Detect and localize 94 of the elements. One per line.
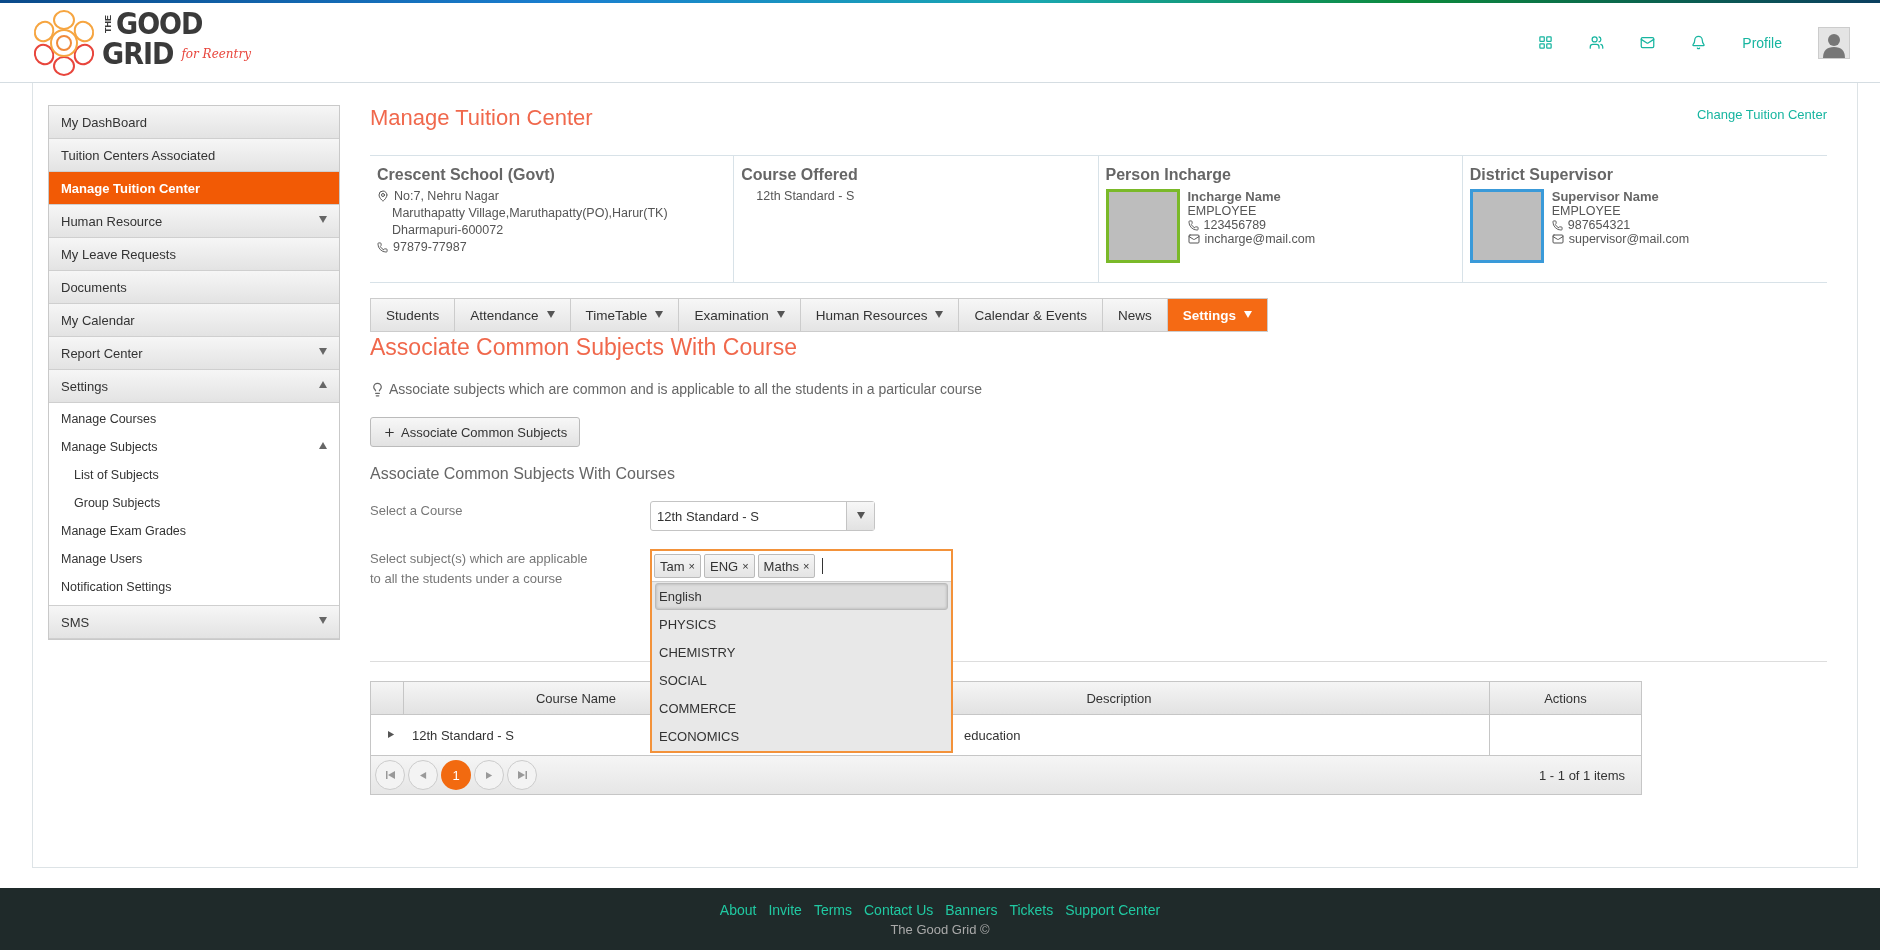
- person-name: Incharge Name: [1187, 189, 1282, 204]
- remove-tag-button[interactable]: ×: [803, 560, 810, 572]
- logo-text: GOOD: [116, 8, 203, 39]
- footer-link[interactable]: Terms: [813, 901, 852, 918]
- nav-tab[interactable]: Students: [371, 299, 456, 331]
- page-title: Manage Tuition Center: [370, 105, 593, 131]
- email-address: incharge@mail.com: [1204, 232, 1316, 246]
- sidebar-item[interactable]: Documents: [49, 271, 339, 304]
- address-line: Dharmapuri-600072: [391, 223, 505, 237]
- remove-tag-button[interactable]: ×: [688, 560, 695, 572]
- form-heading: Associate Common Subjects With Courses: [370, 465, 676, 483]
- footer-link[interactable]: Banners: [945, 901, 998, 918]
- grid-icon[interactable]: [1538, 35, 1554, 50]
- column-heading: Course Offered: [741, 166, 859, 184]
- dropdown-option[interactable]: English: [655, 583, 948, 610]
- sidebar-subitem[interactable]: Notification Settings: [49, 573, 339, 601]
- sidebar-subitem[interactable]: Manage Exam Grades: [49, 517, 339, 545]
- mail-icon: [1551, 233, 1564, 245]
- tag-label: ENG: [710, 558, 739, 574]
- phone-number: 97879-77987: [393, 240, 467, 254]
- sidebar-subitem[interactable]: Manage Users: [49, 545, 339, 573]
- caret-icon: [856, 512, 865, 520]
- nav-tab[interactable]: Calendar & Events: [959, 299, 1104, 331]
- associate-button[interactable]: Associate Common Subjects: [370, 417, 581, 447]
- sidebar-item[interactable]: SMS: [49, 606, 339, 639]
- sidebar-item[interactable]: My DashBoard: [49, 106, 339, 139]
- bell-icon[interactable]: [1691, 35, 1707, 50]
- tag-label: Maths: [763, 558, 799, 574]
- logo-text: GRID: [102, 38, 174, 69]
- footer-link[interactable]: Support Center: [1065, 901, 1161, 918]
- address-line: Maruthapatty Village,Maruthapatty(PO),Harur(TK): [391, 206, 669, 220]
- phone-number: 123456789: [1203, 218, 1267, 232]
- nav-tab[interactable]: Attendance: [455, 299, 571, 331]
- tag-label: Tam: [660, 558, 685, 574]
- users-icon[interactable]: [1589, 35, 1605, 50]
- footer-link[interactable]: Tickets: [1009, 901, 1054, 918]
- nav-tab[interactable]: Human Resources: [800, 299, 960, 331]
- table-cell: 12th Standard - S: [412, 727, 514, 743]
- column-header: Actions: [1543, 689, 1588, 708]
- person-name: Supervisor Name: [1551, 189, 1660, 204]
- logo-tagline: for Reentry: [181, 47, 251, 60]
- footer-link[interactable]: Invite: [768, 901, 802, 918]
- location-pin-icon: [377, 190, 389, 202]
- phone-number: 987654321: [1567, 218, 1631, 232]
- sidebar-subitem[interactable]: Manage Subjects: [49, 433, 339, 461]
- first-page-icon[interactable]: [385, 771, 395, 779]
- phone-icon: [1187, 219, 1199, 231]
- sidebar-item[interactable]: My Calendar: [49, 304, 339, 337]
- sidebar-item[interactable]: Settings: [49, 370, 339, 403]
- field-label: Select a Course: [370, 502, 464, 520]
- mail-icon[interactable]: [1640, 35, 1656, 50]
- nav-tab[interactable]: News: [1103, 299, 1168, 331]
- table-cell: education: [964, 727, 1021, 743]
- sidebar-item[interactable]: My Leave Requests: [49, 238, 339, 271]
- school-name: Crescent School (Govt): [377, 166, 556, 184]
- expand-row-icon: [388, 730, 395, 738]
- lightbulb-icon: [370, 381, 385, 397]
- pager-summary: 1 - 1 of 1 items: [1539, 767, 1625, 783]
- hint-text: Associate subjects which are common and is applicable to all the students in a particular course: [389, 381, 982, 397]
- column-heading: District Supervisor: [1469, 166, 1614, 184]
- column-heading: Person Incharge: [1105, 166, 1232, 184]
- avatar-silhouette-icon[interactable]: [1818, 26, 1850, 59]
- copyright-text: The Good Grid ©: [890, 921, 990, 937]
- nav-tab[interactable]: Examination: [679, 299, 801, 331]
- sidebar-subitem[interactable]: List of Subjects: [49, 461, 339, 489]
- sidebar-item[interactable]: Tuition Centers Associated: [49, 139, 339, 172]
- person-role: EMPLOYEE: [1551, 204, 1621, 218]
- mail-icon: [1187, 233, 1200, 245]
- sidebar-subitem[interactable]: Group Subjects: [49, 489, 339, 517]
- dropdown-option[interactable]: ECONOMICS: [655, 723, 948, 750]
- logo-text: THE: [102, 13, 114, 35]
- section-title: Associate Common Subjects With Course: [370, 334, 798, 361]
- address-line: No:7, Nehru Nagar: [394, 189, 499, 203]
- dropdown-option[interactable]: PHYSICS: [655, 611, 948, 638]
- nav-tab[interactable]: TimeTable: [570, 299, 680, 331]
- field-label: Select subject(s) which are applicable to all the students under a course: [370, 550, 589, 588]
- sidebar-item[interactable]: Human Resource: [49, 205, 339, 238]
- footer-link[interactable]: About: [719, 901, 757, 918]
- phone-icon: [1551, 219, 1563, 231]
- phone-icon: [377, 241, 388, 253]
- course-name: 12th Standard - S: [755, 189, 856, 203]
- sidebar-item[interactable]: Report Center: [49, 337, 339, 370]
- remove-tag-button[interactable]: ×: [742, 560, 749, 572]
- next-page-icon: [485, 771, 493, 779]
- last-page-icon[interactable]: [517, 771, 527, 779]
- plus-icon: [383, 425, 396, 439]
- previous-page-icon: [419, 771, 427, 779]
- sidebar-subitem[interactable]: Manage Courses: [49, 405, 339, 433]
- footer-link[interactable]: Contact Us: [864, 901, 934, 918]
- dropdown-option[interactable]: CHEMISTRY: [655, 639, 948, 666]
- course-select[interactable]: 12th Standard - S: [650, 501, 875, 531]
- subjects-input-field[interactable]: Tam × ENG × Maths ×: [652, 551, 951, 582]
- person-role: EMPLOYEE: [1187, 204, 1257, 218]
- email-address: supervisor@mail.com: [1568, 232, 1690, 246]
